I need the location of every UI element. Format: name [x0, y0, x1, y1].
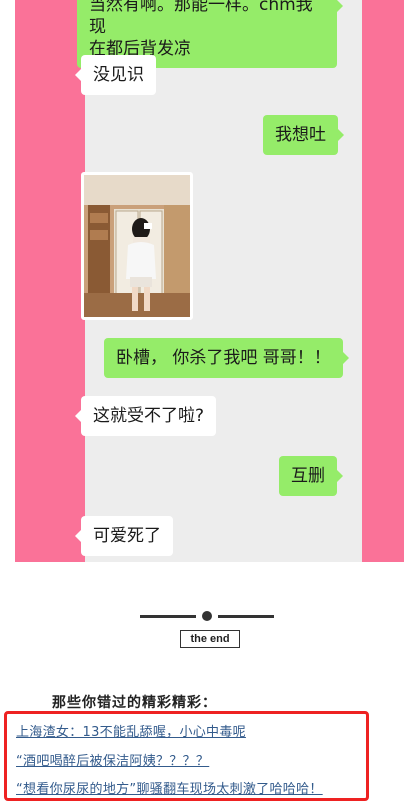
- section-divider: [0, 606, 414, 626]
- message-bubble-sent: 卧槽， 你杀了我吧 哥哥！！: [104, 338, 349, 378]
- divider-dot: [202, 611, 212, 621]
- message-text: 没见识: [93, 65, 144, 85]
- message-text: 我想吐: [275, 125, 326, 145]
- related-article-link[interactable]: “想看你尿尿的地方”聊骚翻车现场太刺激了哈哈哈！: [16, 778, 323, 797]
- message-text: 互删: [291, 466, 325, 486]
- photo-message[interactable]: [81, 172, 193, 320]
- chat-screenshot-frame: [15, 0, 404, 562]
- the-end-label: the end: [180, 630, 240, 648]
- message-bubble-sent: 互删: [279, 456, 343, 496]
- divider-line: [218, 614, 274, 618]
- message-text: 当然有啊。那能一样。chm我现: [89, 0, 313, 37]
- message-text: 可爱死了: [93, 526, 161, 546]
- related-articles-title: 那些你错过的精彩精彩：: [52, 695, 217, 711]
- divider-line: [140, 614, 196, 618]
- message-bubble-received: 可爱死了: [75, 516, 173, 556]
- photo-image: [84, 175, 190, 317]
- message-bubble-sent: 我想吐: [263, 115, 344, 155]
- related-article-link[interactable]: 上海渣女：13不能乱舔喔，小心中毒呢: [16, 721, 246, 740]
- message-text: 这就受不了啦?: [93, 406, 205, 426]
- related-article-link[interactable]: “酒吧喝醉后被保洁阿姨？？？？: [16, 750, 209, 769]
- message-bubble-received: 没见识: [75, 55, 156, 95]
- message-bubble-received: 这就受不了啦?: [74, 396, 217, 436]
- message-text: 卧槽， 你杀了我吧 哥哥！！: [116, 348, 331, 368]
